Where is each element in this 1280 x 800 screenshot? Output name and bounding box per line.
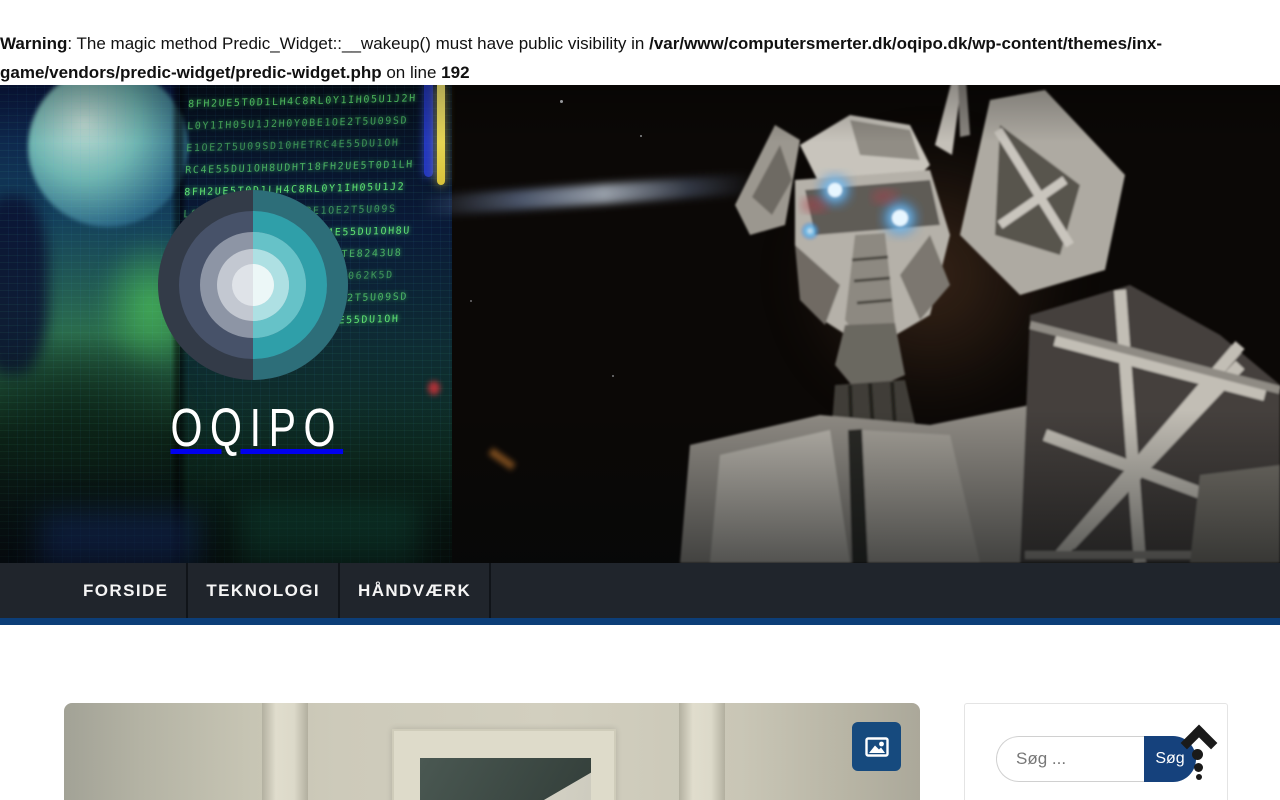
- wall-trim-left: [262, 703, 308, 800]
- dot-small: [1196, 774, 1202, 780]
- warning-line-number: 192: [441, 63, 470, 82]
- warning-label: Warning: [0, 34, 68, 53]
- door-frame-graphic: [392, 729, 616, 800]
- nav-item: TEKNOLOGI: [188, 563, 341, 618]
- nav-accent-bar: [0, 618, 1280, 625]
- post-featured-image-link[interactable]: [64, 703, 920, 800]
- nav-item: FORSIDE: [65, 563, 189, 618]
- nav-link-teknologi[interactable]: TEKNOLOGI: [188, 563, 338, 618]
- nav-item: HÅNDVÆRK: [340, 563, 492, 618]
- main-navigation: FORSIDE TEKNOLOGI HÅNDVÆRK: [0, 563, 1280, 618]
- site-title: OQIPO: [170, 398, 344, 458]
- php-warning: Warning: The magic method Predic_Widget:…: [0, 0, 1280, 85]
- door-graphic: [440, 772, 591, 800]
- nav-menu: FORSIDE TEKNOLOGI HÅNDVÆRK: [65, 563, 1280, 618]
- search-form: Søg: [996, 736, 1196, 782]
- main-content: Søg: [0, 625, 1280, 800]
- image-format-badge: [852, 722, 901, 771]
- dot-medium: [1194, 763, 1203, 772]
- hero-banner: 8FH2UE5T0D1LH4C8RL0Y1IH05U1J2HL0Y1IH05U1…: [0, 85, 1280, 563]
- site-logo-mark: [158, 190, 348, 380]
- nav-link-haandvaerk[interactable]: HÅNDVÆRK: [340, 563, 489, 618]
- door-opening-graphic: [420, 758, 591, 800]
- dot-large: [1192, 749, 1203, 760]
- search-input[interactable]: [996, 736, 1144, 782]
- wall-trim-right: [679, 703, 725, 800]
- warning-text2: on line: [381, 63, 442, 82]
- back-to-top-widget[interactable]: [1180, 722, 1226, 784]
- site-logo-link[interactable]: OQIPO: [92, 190, 414, 458]
- nav-link-forside[interactable]: FORSIDE: [65, 563, 186, 618]
- page: Warning: The magic method Predic_Widget:…: [0, 0, 1280, 800]
- warning-text: : The magic method Predic_Widget::__wake…: [67, 34, 650, 53]
- image-icon: [864, 736, 889, 757]
